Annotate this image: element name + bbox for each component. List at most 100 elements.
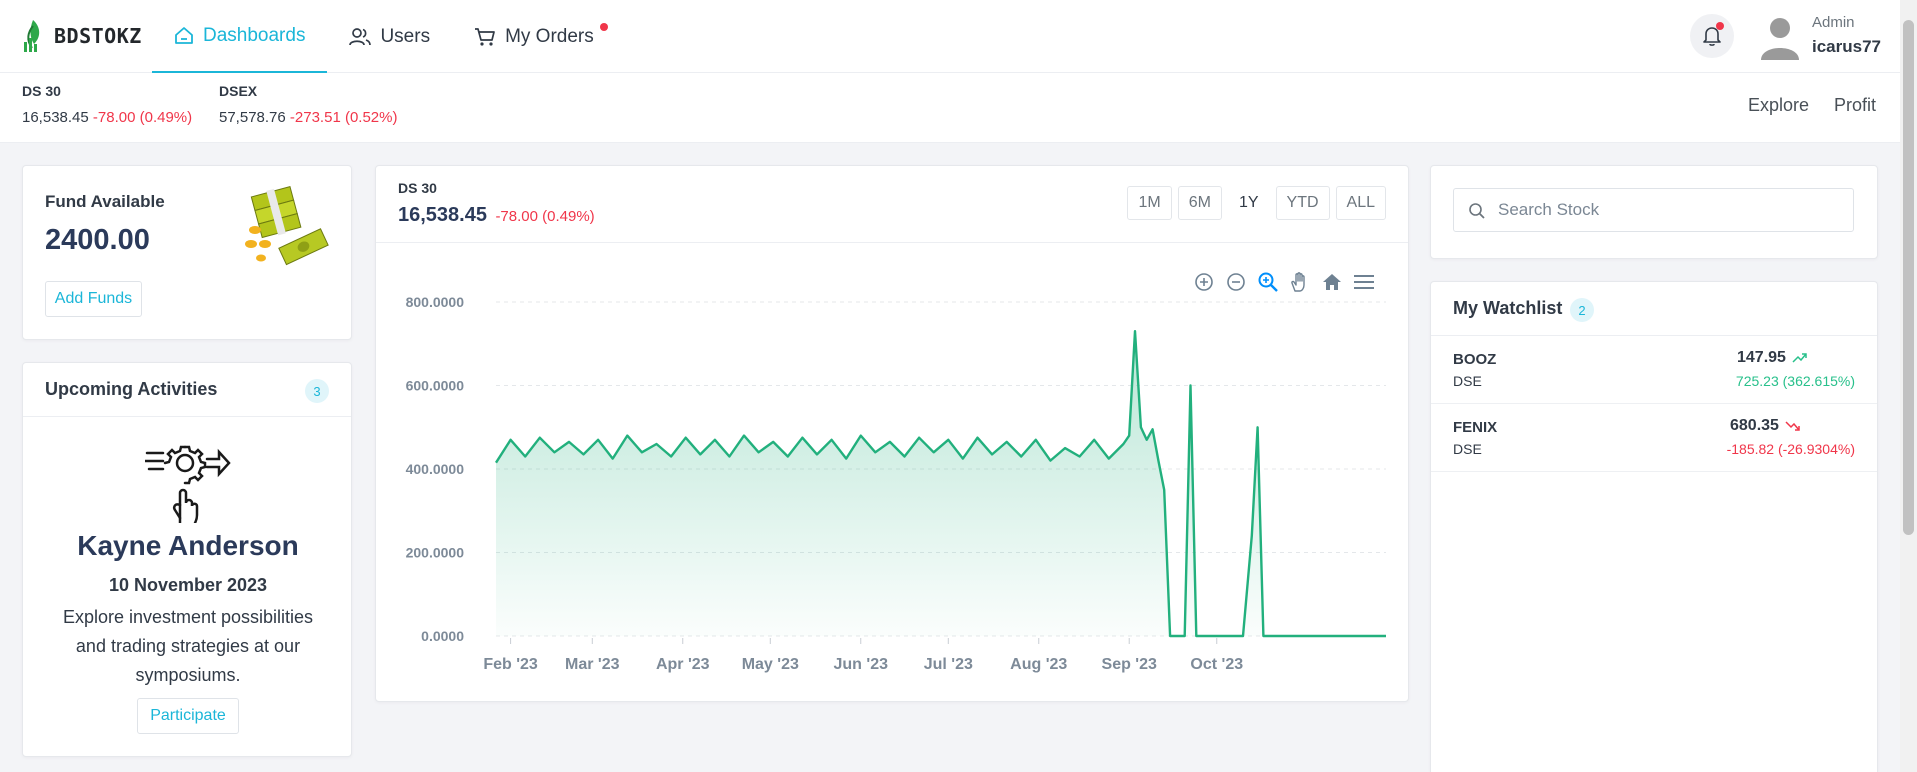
- scrollbar-thumb[interactable]: [1903, 20, 1914, 535]
- y-tick-label: 800.0000: [406, 294, 465, 310]
- index-value: 16,538.45: [22, 109, 89, 126]
- divider: [23, 416, 351, 417]
- search-icon: [1469, 203, 1485, 219]
- index-value: 57,578.76: [219, 109, 286, 126]
- nav-my-orders[interactable]: My Orders: [452, 0, 616, 73]
- pan-hand-icon[interactable]: [1288, 270, 1312, 294]
- explore-link[interactable]: Explore: [1748, 95, 1809, 116]
- logo-icon: [24, 20, 40, 52]
- watchlist-title: My Watchlist: [1453, 298, 1563, 318]
- stock-change: -185.82 (-26.9304%): [1726, 441, 1855, 457]
- fund-label: Fund Available: [45, 192, 165, 211]
- price-area-chart: 0.0000 200.0000 400.0000 600.0000 800.0000 F…: [406, 294, 1386, 673]
- series-area: [496, 331, 1386, 636]
- stock-price: 147.95: [1737, 349, 1786, 366]
- y-tick-label: 200.0000: [406, 545, 465, 561]
- x-tick-label: Mar '23: [565, 656, 620, 673]
- series-line: [494, 330, 1386, 638]
- range-button-all[interactable]: ALL: [1335, 186, 1386, 220]
- nav-dashboards[interactable]: Dashboards: [152, 0, 328, 73]
- nav-my-orders-label: My Orders: [505, 25, 594, 47]
- x-tick-label: Jul '23: [924, 656, 973, 673]
- stock-symbol: FENIX: [1453, 419, 1498, 436]
- stock-price: 680.35: [1730, 417, 1779, 434]
- bell-notification-dot: [1716, 22, 1724, 30]
- profit-link[interactable]: Profit: [1834, 95, 1876, 116]
- activity-name: Kayne Anderson: [77, 530, 299, 561]
- index-change: -273.51 (0.52%): [289, 109, 398, 126]
- y-tick-label: 600.0000: [406, 378, 465, 394]
- range-button-ytd[interactable]: YTD: [1275, 186, 1330, 220]
- activity-date: 10 November 2023: [108, 575, 268, 595]
- index-dsex[interactable]: DSEX 57,578.76 -273.51 (0.52%): [219, 83, 397, 126]
- x-tick-label: May '23: [742, 656, 799, 673]
- chart-index-change: -78.00 (0.49%): [495, 208, 595, 225]
- nav-users-label: Users: [380, 25, 431, 47]
- x-tick-label: Oct '23: [1190, 656, 1243, 673]
- x-tick-label: Feb '23: [483, 656, 538, 673]
- brand-logo[interactable]: BDSTOKZ: [20, 18, 142, 54]
- activities-title: Upcoming Activities: [45, 379, 218, 399]
- top-navbar: BDSTOKZ Dashboards Users My Orders Admin…: [0, 0, 1917, 73]
- index-ticker-bar: DS 30 16,538.45 -78.00 (0.49%) DSEX 57,5…: [0, 73, 1900, 143]
- y-tick-label: 0.0000: [421, 628, 464, 644]
- user-name[interactable]: icarus77: [1812, 37, 1881, 57]
- notifications-button[interactable]: [1690, 14, 1734, 58]
- stock-exchange: DSE: [1453, 441, 1482, 457]
- range-button-1m[interactable]: 1M: [1127, 186, 1172, 220]
- users-icon: [349, 27, 372, 45]
- avatar[interactable]: [1758, 12, 1802, 60]
- nav-dashboards-label: Dashboards: [203, 24, 306, 46]
- x-tick-label: Apr '23: [656, 656, 710, 673]
- cart-icon: [475, 27, 495, 46]
- trend-down-icon: [1785, 421, 1800, 431]
- fund-amount: 2400.00: [45, 224, 150, 256]
- x-tick-label: Jun '23: [834, 656, 889, 673]
- range-button-6m[interactable]: 6M: [1177, 186, 1222, 220]
- reset-home-icon[interactable]: [1320, 270, 1344, 294]
- main-nav: Dashboards Users My Orders: [152, 0, 616, 73]
- watchlist-count-badge: 2: [1570, 298, 1594, 322]
- stock-price-wrap: 680.35: [1730, 417, 1801, 435]
- search-field[interactable]: [1453, 188, 1854, 232]
- chart-toolbar: [1192, 270, 1376, 294]
- stock-exchange: DSE: [1453, 373, 1482, 389]
- watchlist-item-fenix[interactable]: FENIX DSE 680.35 -185.82 (-26.9304%): [1431, 405, 1877, 472]
- watchlist-card: My Watchlist 2 BOOZ DSE 147.95 725.23 (3…: [1430, 281, 1878, 772]
- participate-button[interactable]: Participate: [137, 698, 239, 734]
- x-tick-label: Sep '23: [1102, 656, 1157, 673]
- stock-change: 725.23 (362.615%): [1735, 373, 1855, 389]
- zoom-out-icon[interactable]: [1224, 270, 1248, 294]
- upcoming-activities-card: Upcoming Activities 3 Kayne Anderson 10 …: [22, 362, 352, 757]
- y-tick-label: 400.0000: [406, 461, 465, 477]
- index-change: -78.00 (0.49%): [92, 109, 193, 126]
- stock-price-wrap: 147.95: [1737, 349, 1808, 367]
- chart-card: DS 30 16,538.45 -78.00 (0.49%) 1M 6M 1Y YTD…: [375, 165, 1409, 702]
- activity-description: Explore investment possibilities and tra…: [62, 607, 314, 685]
- page-scrollbar[interactable]: [1900, 0, 1917, 772]
- chart-index-name: DS 30: [398, 180, 437, 196]
- menu-icon[interactable]: [1352, 270, 1376, 294]
- chart-index-value: 16,538.45: [398, 204, 487, 226]
- activities-count-badge: 3: [305, 379, 329, 403]
- watchlist-item-booz[interactable]: BOOZ DSE 147.95 725.23 (362.615%): [1431, 337, 1877, 404]
- index-ds30[interactable]: DS 30 16,538.45 -78.00 (0.49%): [22, 83, 192, 126]
- notification-dot: [599, 23, 608, 31]
- zoom-in-icon[interactable]: [1192, 270, 1216, 294]
- nav-users[interactable]: Users: [327, 0, 452, 73]
- index-name: DS 30: [22, 83, 61, 99]
- home-icon: [175, 26, 193, 44]
- money-stack-icon: [245, 186, 329, 266]
- x-tick-label: Aug '23: [1010, 656, 1067, 673]
- user-role: Admin: [1812, 14, 1855, 31]
- selection-zoom-icon[interactable]: [1256, 270, 1280, 294]
- search-input[interactable]: [1498, 200, 1838, 220]
- brand-name: BDSTOKZ: [54, 24, 142, 48]
- gear-touch-icon: [145, 445, 231, 523]
- fund-card: Fund Available 2400.00 Add Funds: [22, 165, 352, 340]
- add-funds-button[interactable]: Add Funds: [45, 281, 142, 317]
- range-selector: 1M 6M 1Y YTD ALL: [1127, 186, 1386, 220]
- divider: [1431, 335, 1877, 336]
- search-card: [1430, 165, 1878, 259]
- range-button-1y[interactable]: 1Y: [1227, 186, 1270, 220]
